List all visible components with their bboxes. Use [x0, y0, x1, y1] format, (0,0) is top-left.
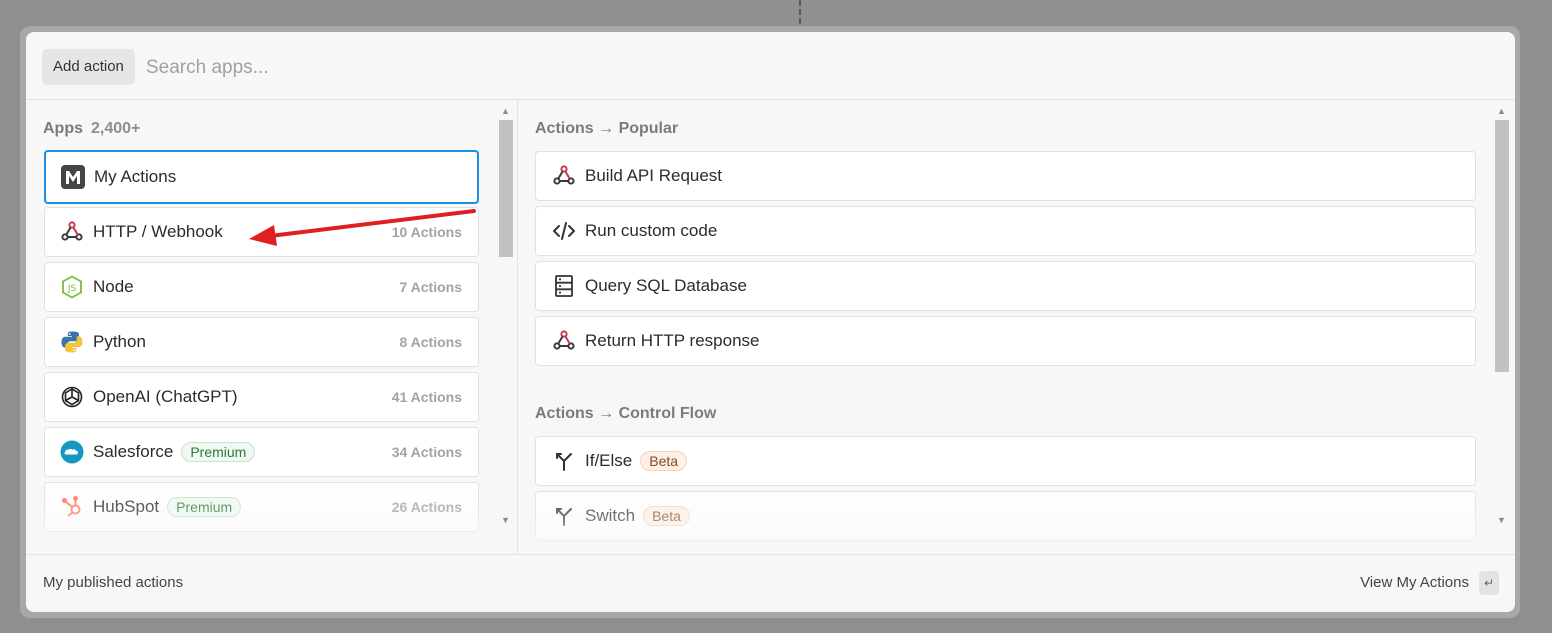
app-action-count: 41 Actions: [391, 389, 462, 405]
apps-scroll-thumb[interactable]: [499, 120, 513, 257]
app-name: Python: [93, 332, 146, 351]
beta-badge: Beta: [643, 506, 690, 526]
svg-text:JS: JS: [67, 284, 77, 294]
webhook-icon: [552, 329, 576, 353]
action-name: Query SQL Database: [585, 276, 747, 295]
app-action-count: 26 Actions: [391, 499, 462, 515]
control-flow-section-title: Actions → Control Flow: [535, 405, 717, 422]
app-item-node[interactable]: JS Node 7 Actions: [44, 262, 479, 312]
connector-line: [799, 0, 801, 24]
view-my-actions-link[interactable]: View My Actions: [1360, 574, 1469, 591]
search-apps-input[interactable]: [144, 52, 748, 84]
action-build-api-request[interactable]: Build API Request: [535, 151, 1476, 201]
webhook-icon: [60, 220, 84, 244]
webhook-icon: [552, 164, 576, 188]
actions-pane: Actions → Popular Build API Request Run …: [518, 100, 1515, 554]
app-name: Salesforce: [93, 442, 174, 461]
hubspot-icon: [60, 495, 84, 519]
action-name: Return HTTP response: [585, 331, 760, 350]
dialog-footer: My published actions View My Actions ↵: [26, 554, 1515, 612]
app-item-my-actions[interactable]: My Actions: [44, 150, 479, 204]
app-name: My Actions: [94, 167, 177, 186]
action-name: If/Else: [585, 451, 633, 470]
action-run-custom-code[interactable]: Run custom code: [535, 206, 1476, 256]
action-name: Run custom code: [585, 221, 718, 240]
action-name: Build API Request: [585, 166, 723, 185]
apps-section-title: Apps 2,400+: [43, 120, 140, 138]
apps-title: Apps: [43, 120, 83, 137]
actions-scroll-thumb[interactable]: [1495, 120, 1509, 372]
app-name: OpenAI (ChatGPT): [93, 387, 238, 406]
action-switch[interactable]: Switch Beta: [535, 491, 1476, 541]
scroll-down-arrow-icon[interactable]: ▼: [1497, 515, 1506, 525]
enter-key-icon: ↵: [1479, 571, 1499, 595]
app-action-count: 7 Actions: [399, 279, 463, 295]
app-name: Node: [93, 277, 134, 296]
action-if-else[interactable]: If/Else Beta: [535, 436, 1476, 486]
branch-icon: [552, 504, 576, 528]
app-item-salesforce[interactable]: Salesforce Premium 34 Actions: [44, 427, 479, 477]
app-name: HTTP / Webhook: [93, 222, 223, 241]
action-return-http-response[interactable]: Return HTTP response: [535, 316, 1476, 366]
nodejs-icon: JS: [60, 275, 84, 299]
branch-icon: [552, 449, 576, 473]
add-action-button[interactable]: Add action: [42, 49, 135, 85]
action-name: Switch: [585, 506, 636, 525]
app-action-count: 34 Actions: [391, 444, 462, 460]
apps-pane: Apps 2,400+ My Actions HTTP / Webhook 10 …: [26, 100, 518, 554]
app-action-count: 10 Actions: [391, 224, 462, 240]
add-action-dialog: Add action Apps 2,400+ My Actions HTTP / …: [26, 32, 1515, 612]
app-action-count: 8 Actions: [399, 334, 463, 350]
app-item-http-webhook[interactable]: HTTP / Webhook 10 Actions: [44, 207, 479, 257]
my-actions-icon: [61, 165, 85, 189]
scroll-down-arrow-icon[interactable]: ▼: [501, 515, 510, 525]
scroll-up-arrow-icon[interactable]: ▲: [501, 106, 510, 116]
app-item-python[interactable]: Python 8 Actions: [44, 317, 479, 367]
apps-scrollbar[interactable]: ▲ ▼: [497, 100, 515, 532]
database-icon: [552, 274, 576, 298]
openai-icon: [60, 385, 84, 409]
app-name: HubSpot: [93, 497, 160, 516]
premium-badge: Premium: [181, 442, 256, 462]
popular-section-title: Actions → Popular: [535, 120, 679, 137]
code-icon: [552, 219, 576, 243]
apps-count: 2,400+: [91, 120, 141, 137]
app-item-openai[interactable]: OpenAI (ChatGPT) 41 Actions: [44, 372, 479, 422]
my-published-actions-link[interactable]: My published actions: [43, 574, 183, 591]
app-item-hubspot[interactable]: HubSpot Premium 26 Actions: [44, 482, 479, 532]
premium-badge: Premium: [167, 497, 242, 517]
action-query-sql-database[interactable]: Query SQL Database: [535, 261, 1476, 311]
dialog-header: Add action: [26, 32, 1515, 100]
salesforce-icon: [60, 440, 84, 464]
scroll-up-arrow-icon[interactable]: ▲: [1497, 106, 1506, 116]
actions-scrollbar[interactable]: ▲ ▼: [1493, 100, 1511, 532]
beta-badge: Beta: [640, 451, 688, 471]
python-icon: [60, 330, 84, 354]
